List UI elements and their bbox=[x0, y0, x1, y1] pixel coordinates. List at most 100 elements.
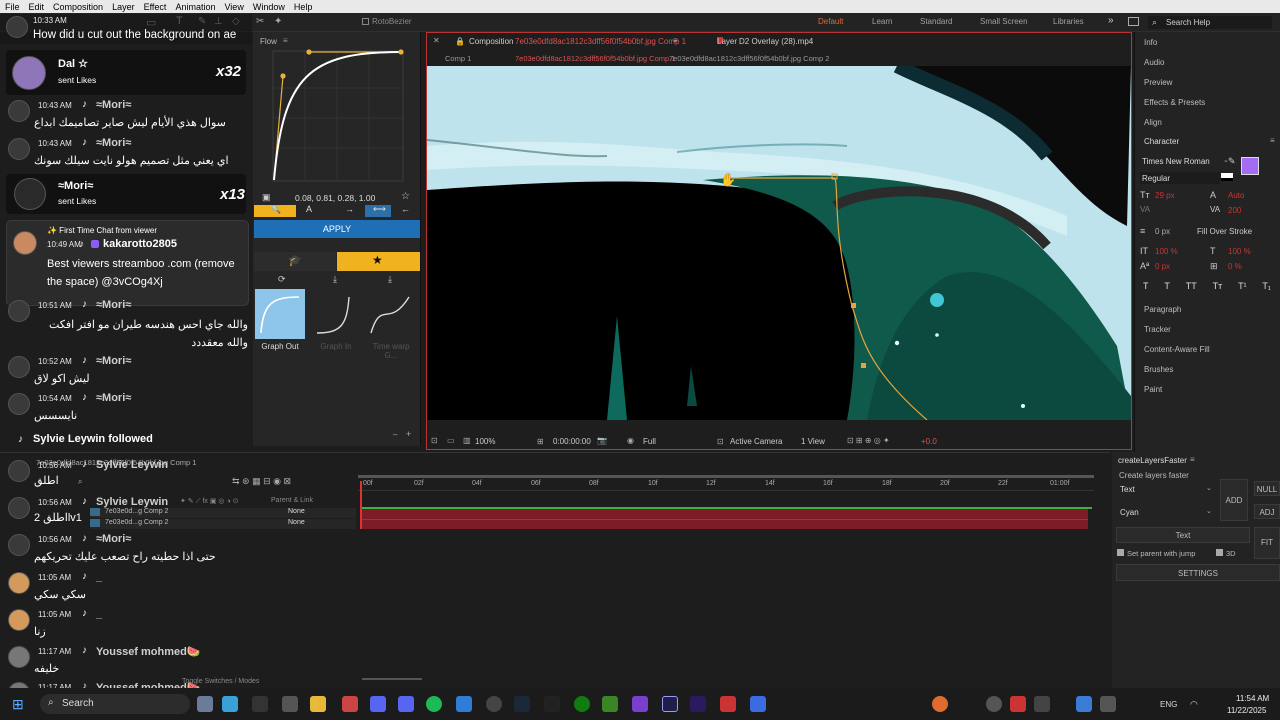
widgets-icon[interactable] bbox=[222, 696, 238, 712]
grid-icon[interactable]: ⊞ bbox=[537, 437, 544, 446]
leading-value[interactable]: Auto bbox=[1228, 191, 1244, 200]
panel-menu-icon[interactable]: ≡ bbox=[283, 36, 288, 45]
faux-italic-button[interactable]: T bbox=[1164, 281, 1170, 291]
workspace-standard[interactable]: Standard bbox=[920, 17, 952, 26]
camera-select[interactable]: Active Camera bbox=[730, 437, 782, 446]
viewer-options-icon[interactable]: ⊡ ⊞ ⊕ ◎ ✦ bbox=[847, 436, 890, 445]
clock-date[interactable]: 11/22/2025 bbox=[1227, 706, 1266, 715]
panel-align[interactable]: Align bbox=[1144, 118, 1162, 127]
photoshop-icon[interactable] bbox=[456, 696, 472, 712]
color-icon[interactable]: ◉ bbox=[627, 436, 634, 445]
tray-icon-4[interactable] bbox=[1076, 696, 1092, 712]
preset-time-warp[interactable] bbox=[365, 289, 415, 339]
workspace-libraries[interactable]: Libraries bbox=[1053, 17, 1084, 26]
timecode[interactable]: 0:00:00:00 bbox=[553, 437, 591, 446]
menu-edit[interactable]: Edit bbox=[29, 2, 45, 12]
lock-icon[interactable]: 🔒 bbox=[455, 37, 465, 46]
layer-tab-label[interactable]: Layer bbox=[717, 37, 737, 46]
panel-menu-icon-4[interactable]: ≡ bbox=[1190, 455, 1195, 464]
resolution-select[interactable]: Full bbox=[643, 437, 656, 446]
layer-type-select[interactable]: Text bbox=[1118, 484, 1214, 496]
panel-menu-icon-3[interactable]: ≡ bbox=[1270, 136, 1275, 145]
zoom-slider[interactable] bbox=[362, 678, 422, 680]
panel-tracker[interactable]: Tracker bbox=[1144, 325, 1171, 334]
workspace-default[interactable]: Default bbox=[818, 17, 843, 26]
after-effects-icon[interactable] bbox=[662, 696, 678, 712]
more-workspaces-icon[interactable]: » bbox=[1108, 15, 1114, 26]
tray-icon-2[interactable] bbox=[1010, 696, 1026, 712]
fill-color-swatch[interactable] bbox=[1241, 157, 1259, 175]
file-explorer-icon[interactable] bbox=[310, 696, 326, 712]
apply-button[interactable]: APPLY bbox=[254, 220, 420, 238]
panel-character[interactable]: Character bbox=[1144, 137, 1179, 146]
save-preset-icon[interactable]: ▣ bbox=[262, 192, 271, 203]
menu-file[interactable]: File bbox=[5, 2, 20, 12]
settings-gear-icon[interactable] bbox=[282, 696, 298, 712]
eyedropper-icon[interactable]: ✎ bbox=[1228, 156, 1236, 167]
tiktok-app-icon[interactable] bbox=[252, 696, 268, 712]
clock-time[interactable]: 11:54 AM bbox=[1236, 694, 1269, 703]
anchor-icon[interactable]: A bbox=[306, 204, 312, 214]
rotobezier-checkbox[interactable] bbox=[362, 18, 369, 25]
panel-paragraph[interactable]: Paragraph bbox=[1144, 305, 1181, 314]
exposure-value[interactable]: +0.0 bbox=[921, 437, 937, 446]
superscript-button[interactable]: T¹ bbox=[1238, 281, 1247, 291]
bezier-graph[interactable] bbox=[271, 48, 405, 184]
collapse-icon[interactable]: – bbox=[393, 430, 397, 439]
preset-graph-in[interactable] bbox=[311, 289, 361, 339]
breadcrumb-active[interactable]: 7e03e0dfd8ac1812c3dff56f0f54b0bf.jpg Com… bbox=[515, 54, 675, 63]
panel-audio[interactable]: Audio bbox=[1144, 58, 1164, 67]
workspace-small-screen[interactable]: Small Screen bbox=[980, 17, 1028, 26]
camera-icon[interactable]: 📷 bbox=[597, 436, 607, 445]
select-key-button[interactable]: 🔍 bbox=[254, 205, 296, 217]
all-caps-button[interactable]: TT bbox=[1186, 281, 1197, 291]
breadcrumb-comp1[interactable]: Comp 1 bbox=[445, 54, 471, 63]
panel-brushes[interactable]: Brushes bbox=[1144, 365, 1173, 374]
stroke-type-select[interactable]: Fill Over Stroke bbox=[1197, 227, 1252, 236]
font-family-select[interactable]: Times New Roman bbox=[1140, 155, 1220, 167]
download-icon[interactable]: ⤓ bbox=[333, 274, 337, 285]
add-icon[interactable]: + bbox=[406, 429, 411, 439]
menu-layer[interactable]: Layer bbox=[112, 2, 135, 12]
breadcrumb-comp2[interactable]: 7e03e0dfd8ac1812c3dff56f0f54b0bf.jpg Com… bbox=[669, 54, 829, 63]
search-help-input[interactable]: ⌕ Search Help bbox=[1148, 16, 1272, 29]
app-icon-2[interactable] bbox=[632, 696, 648, 712]
null-button[interactable]: NULL bbox=[1254, 481, 1280, 496]
panel-paint[interactable]: Paint bbox=[1144, 385, 1162, 394]
composition-viewer[interactable]: ✋ bbox=[427, 66, 1131, 420]
comp-tab-name[interactable]: 7e03e0dfd8ac1812c3dff56f0f54b0bf.jpg Com… bbox=[515, 37, 686, 46]
panel-layout-icon[interactable] bbox=[1128, 17, 1139, 26]
premiere-icon[interactable] bbox=[690, 696, 706, 712]
menu-animation[interactable]: Animation bbox=[175, 2, 215, 12]
font-style-select[interactable]: Regular bbox=[1140, 172, 1220, 184]
discord-icon[interactable] bbox=[370, 696, 386, 712]
task-view-icon[interactable] bbox=[197, 696, 213, 712]
monitor-icon[interactable]: ▭ bbox=[447, 436, 455, 445]
tray-icon-5[interactable] bbox=[1100, 696, 1116, 712]
app-icon-1[interactable] bbox=[342, 696, 358, 712]
favorite-icon[interactable]: ☆ bbox=[401, 191, 410, 202]
horizontal-scale-value[interactable]: 100 % bbox=[1228, 247, 1251, 256]
windows-start-icon[interactable]: ⊞ bbox=[12, 696, 24, 713]
workspace-learn[interactable]: Learn bbox=[872, 17, 892, 26]
arrow-left-icon[interactable]: ← bbox=[401, 204, 410, 214]
mask-icon[interactable]: ▥ bbox=[463, 436, 471, 445]
tray-icon-1[interactable] bbox=[986, 696, 1002, 712]
subscript-button[interactable]: T₁ bbox=[1262, 281, 1271, 291]
layer-color-select[interactable]: Cyan bbox=[1118, 507, 1214, 519]
threed-checkbox[interactable] bbox=[1216, 549, 1223, 556]
xbox-icon[interactable] bbox=[574, 696, 590, 712]
panel-info[interactable]: Info bbox=[1144, 38, 1157, 47]
menu-help[interactable]: Help bbox=[294, 2, 313, 12]
arrow-right-icon[interactable]: → bbox=[345, 204, 354, 214]
layer-tab-name[interactable]: D2 Overlay (28).mp4 bbox=[739, 37, 813, 46]
refresh-icon[interactable]: ⟳ bbox=[278, 274, 286, 285]
menu-view[interactable]: View bbox=[224, 2, 243, 12]
tray-icon-3[interactable] bbox=[1034, 696, 1050, 712]
menu-effect[interactable]: Effect bbox=[144, 2, 167, 12]
layer-parent[interactable]: None bbox=[288, 508, 305, 515]
favorites-tab[interactable]: ★ bbox=[337, 252, 420, 271]
font-size-value[interactable]: 29 px bbox=[1155, 191, 1175, 200]
obs-icon[interactable] bbox=[486, 696, 502, 712]
both-ways-button[interactable]: ⟷ bbox=[365, 204, 391, 217]
